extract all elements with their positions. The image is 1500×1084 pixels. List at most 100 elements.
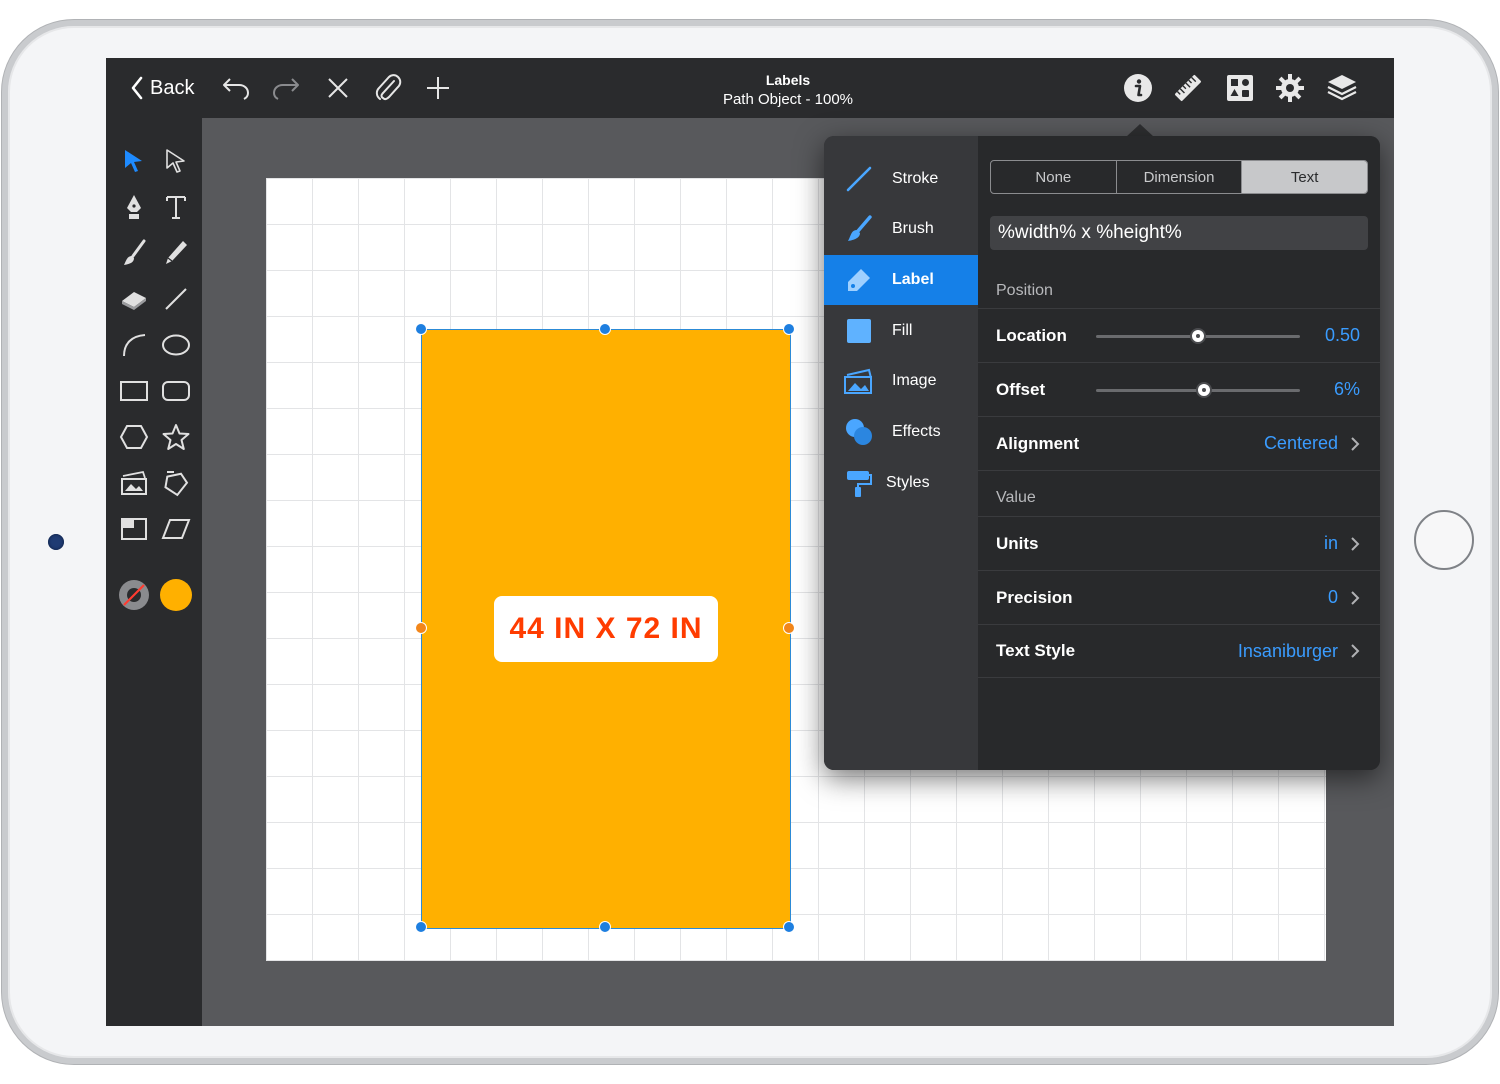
back-button[interactable]: Back [130, 72, 194, 104]
brush-tool-icon[interactable] [117, 236, 151, 270]
layers-icon[interactable] [1326, 72, 1358, 104]
chevron-right-icon [1348, 434, 1362, 454]
category-label: Image [892, 372, 937, 389]
category-effects[interactable]: Effects [824, 407, 978, 457]
redo-icon[interactable] [270, 72, 302, 104]
category-label: Styles [886, 474, 930, 491]
frame-tool-icon[interactable] [117, 512, 151, 546]
units-value: in [1323, 533, 1338, 553]
category-label: Brush [892, 220, 934, 237]
stroke-color-icon[interactable] [117, 578, 151, 612]
segment-none[interactable]: None [991, 161, 1117, 193]
text-tool-icon[interactable] [159, 190, 193, 224]
fill-icon [842, 317, 876, 345]
rounded-rectangle-tool-icon[interactable] [159, 374, 193, 408]
location-value: 0.50 [1324, 325, 1360, 345]
location-row: Location 0.50 [978, 308, 1380, 362]
direct-select-tool-icon[interactable] [159, 144, 193, 178]
alignment-value: Centered [1263, 433, 1338, 453]
category-label: Effects [892, 423, 941, 440]
rotate-tool-icon[interactable] [159, 466, 193, 500]
add-icon[interactable] [422, 72, 454, 104]
category-brush[interactable]: Brush [824, 204, 978, 254]
category-stroke[interactable]: Stroke [824, 154, 978, 204]
alignment-row[interactable]: Alignment Centered [978, 416, 1380, 470]
units-row[interactable]: Units in [978, 516, 1380, 570]
rectangle-tool-icon[interactable] [117, 374, 151, 408]
ellipse-tool-icon[interactable] [159, 328, 193, 362]
resize-handle-top-left[interactable] [415, 323, 427, 335]
text-style-label: Text Style [996, 641, 1076, 660]
category-image[interactable]: Image [824, 356, 978, 406]
styles-icon [842, 468, 876, 498]
resize-handle-bottom-left[interactable] [415, 921, 427, 933]
select-tool-icon[interactable] [117, 144, 151, 178]
info-icon[interactable] [1122, 72, 1154, 104]
inspector-detail: None Dimension Text %width% x %height% P… [978, 136, 1380, 770]
app-screen: Back Labels Path Object - 100% 44 IN X 7… [106, 58, 1394, 1026]
inspector-categories: Stroke Brush Label Fill Image Effects St… [824, 136, 979, 770]
document-subtitle: Path Object - 100% [722, 91, 854, 108]
category-label: Fill [892, 322, 913, 339]
top-toolbar: Back Labels Path Object - 100% [106, 58, 1394, 119]
tool-palette [106, 118, 203, 1026]
label-handle-right[interactable] [783, 622, 795, 634]
chevron-right-icon [1348, 588, 1362, 608]
line-tool-icon[interactable] [159, 282, 193, 316]
chevron-right-icon [1348, 534, 1362, 554]
pen-tool-icon[interactable] [117, 190, 151, 224]
text-style-row[interactable]: Text Style Insaniburger [978, 624, 1380, 678]
segment-dimension[interactable]: Dimension [1117, 161, 1243, 193]
image-frame-tool-icon[interactable] [117, 466, 151, 500]
label-type-segmented-control: None Dimension Text [990, 160, 1368, 194]
gear-icon[interactable] [1274, 72, 1306, 104]
attach-icon[interactable] [372, 72, 404, 104]
home-button[interactable] [1414, 510, 1474, 570]
precision-label: Precision [996, 587, 1073, 607]
resize-handle-top-right[interactable] [783, 323, 795, 335]
category-label: Label [892, 271, 934, 288]
pencil-tool-icon[interactable] [159, 236, 193, 270]
category-fill[interactable]: Fill [824, 306, 978, 356]
resize-handle-top[interactable] [599, 323, 611, 335]
ruler-icon[interactable] [1172, 72, 1204, 104]
category-label-selected[interactable]: Label [824, 255, 978, 305]
document-title: Labels [765, 72, 811, 88]
inspector-popover: Stroke Brush Label Fill Image Effects St… [824, 136, 1380, 770]
dimension-label[interactable]: 44 IN X 72 IN [494, 596, 718, 662]
category-styles[interactable]: Styles [824, 458, 978, 508]
chevron-left-icon [131, 76, 143, 100]
offset-label: Offset [996, 379, 1046, 399]
resize-handle-bottom[interactable] [599, 921, 611, 933]
close-icon[interactable] [322, 72, 354, 104]
fill-color-icon[interactable] [159, 578, 193, 612]
category-label: Stroke [892, 170, 939, 187]
eraser-tool-icon[interactable] [117, 282, 151, 316]
undo-icon[interactable] [220, 72, 252, 104]
value-section-header: Value [996, 489, 1036, 506]
alignment-label: Alignment [996, 433, 1080, 453]
grid-icon[interactable] [1224, 72, 1256, 104]
offset-value: 6% [1333, 379, 1360, 399]
label-handle-left[interactable] [415, 622, 427, 634]
label-text-field[interactable]: %width% x %height% [990, 216, 1368, 250]
parallelogram-tool-icon[interactable] [159, 512, 193, 546]
resize-handle-bottom-right[interactable] [783, 921, 795, 933]
image-icon [842, 367, 876, 395]
hexagon-tool-icon[interactable] [117, 420, 151, 454]
label-icon [842, 266, 876, 294]
offset-slider-knob[interactable] [1196, 382, 1212, 398]
chevron-right-icon [1348, 641, 1362, 661]
segment-text[interactable]: Text [1242, 161, 1367, 193]
text-style-value: Insaniburger [1237, 640, 1338, 661]
offset-row: Offset 6% [978, 362, 1380, 416]
location-slider-knob[interactable] [1190, 328, 1206, 344]
arc-tool-icon[interactable] [117, 328, 151, 362]
units-label: Units [996, 533, 1039, 553]
star-tool-icon[interactable] [159, 420, 193, 454]
brush-icon [842, 215, 876, 243]
front-camera [48, 534, 64, 550]
effects-icon [842, 417, 876, 447]
precision-row[interactable]: Precision 0 [978, 570, 1380, 624]
back-label: Back [150, 76, 195, 99]
